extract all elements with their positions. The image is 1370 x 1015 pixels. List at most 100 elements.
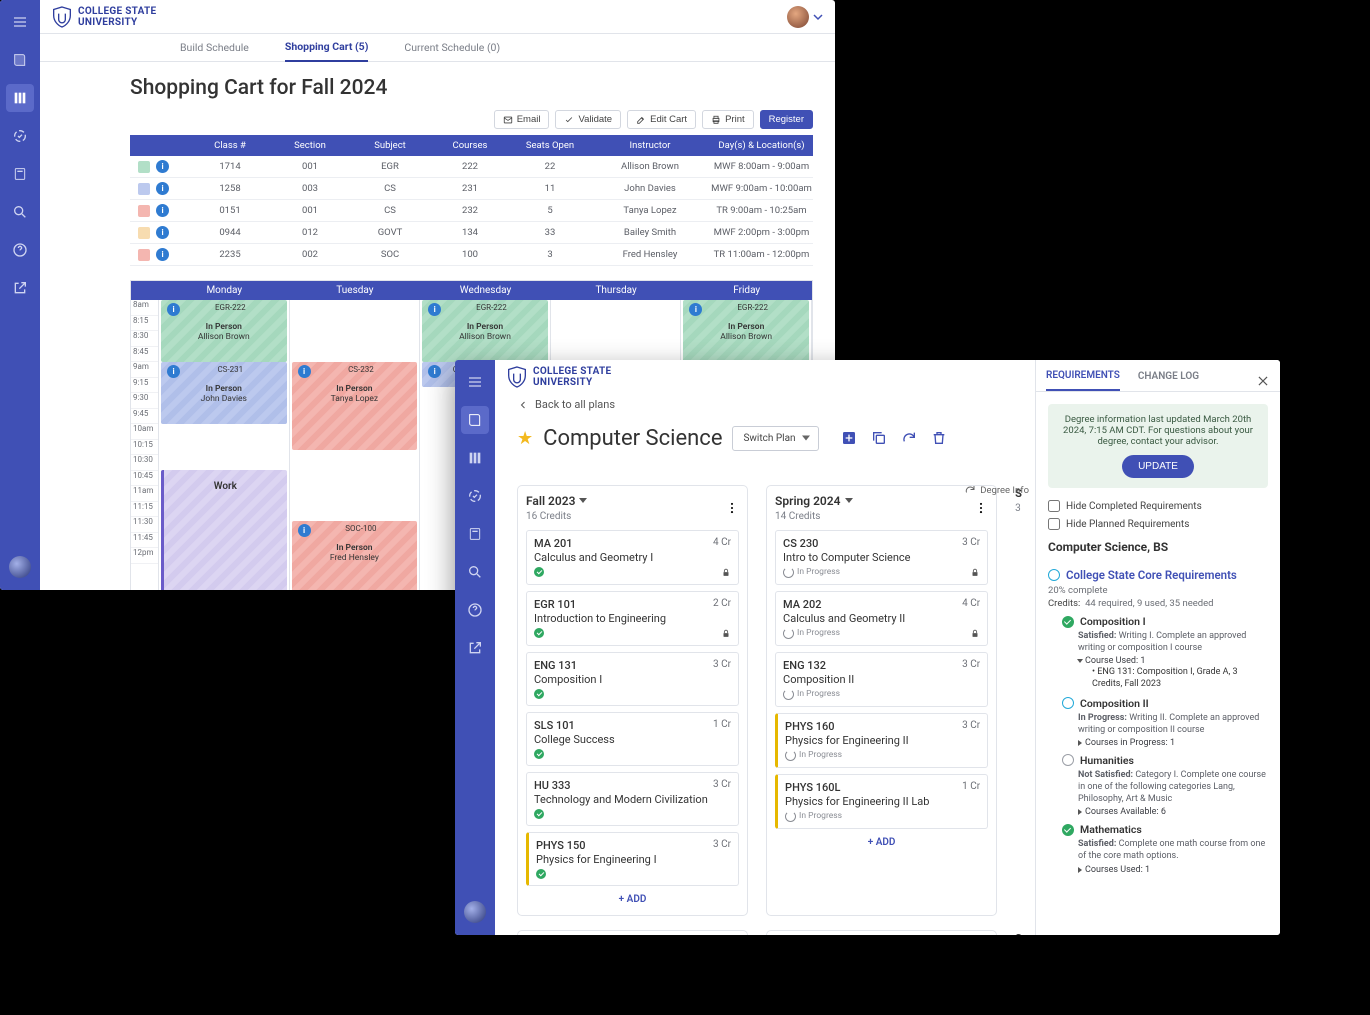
term-credits: 14 Credits <box>775 511 852 522</box>
help-icon[interactable] <box>461 596 489 624</box>
course-card[interactable]: PHYS 1503 Cr Physics for Engineering I <box>526 832 739 886</box>
core-credits: Credits: 44 required, 9 used, 35 needed <box>1048 598 1268 609</box>
copy-icon[interactable] <box>871 430 887 446</box>
drawer-tab-changelog[interactable]: CHANGE LOG <box>1138 371 1199 390</box>
cart-row[interactable]: i 1258003CS23111John DaviesMWF 9:00am - … <box>130 178 813 200</box>
search-icon[interactable] <box>461 558 489 586</box>
course-card[interactable]: ENG 1313 Cr Composition I <box>526 652 739 706</box>
block-work[interactable]: Work <box>161 470 287 590</box>
term-name[interactable]: Spring 2024 <box>775 494 852 508</box>
course-card[interactable]: PHYS 160L1 Cr Physics for Engineering II… <box>775 774 988 829</box>
edit-cart-button[interactable]: Edit Cart <box>627 110 696 129</box>
status-progress-icon: In Progress <box>783 567 840 578</box>
sidebar <box>455 360 495 935</box>
email-button[interactable]: Email <box>494 110 550 129</box>
status-progress-icon: In Progress <box>785 750 842 761</box>
book-icon[interactable] <box>461 406 489 434</box>
search-icon[interactable] <box>6 198 34 226</box>
notebook-icon[interactable] <box>6 160 34 188</box>
drawer-tab-requirements[interactable]: REQUIREMENTS <box>1046 370 1120 391</box>
tab-cart[interactable]: Shopping Cart (5) <box>285 34 369 62</box>
course-card[interactable]: SLS 1011 Cr College Success <box>526 712 739 766</box>
course-card[interactable]: ENG 1323 Cr Composition II In Progress <box>775 652 988 707</box>
course-card[interactable]: HU 3333 Cr Technology and Modern Civiliz… <box>526 772 739 826</box>
cart-table: Class #Section SubjectCourses Seats Open… <box>130 135 813 266</box>
cart-row[interactable]: i 2235002SOC1003Fred HensleyTR 11:00am -… <box>130 244 813 266</box>
add-course-button[interactable]: + ADD <box>526 894 739 905</box>
cart-row[interactable]: i 0151001CS2325Tanya LopezTR 9:00am - 10… <box>130 200 813 222</box>
validate-button[interactable]: Validate <box>555 110 621 129</box>
block-egr[interactable]: iEGR-222In PersonAllison Brown <box>161 300 287 362</box>
print-button[interactable]: Print <box>702 110 754 129</box>
add-course-button[interactable]: + ADD <box>775 837 988 848</box>
external-icon[interactable] <box>6 274 34 302</box>
close-icon[interactable] <box>1256 374 1270 388</box>
trash-icon[interactable] <box>931 430 947 446</box>
menu-icon[interactable] <box>6 8 34 36</box>
menu-icon[interactable] <box>461 368 489 396</box>
degree-info-notice: Degree information last updated March 20… <box>1048 404 1268 488</box>
hide-planned-checkbox[interactable]: Hide Planned Requirements <box>1048 518 1268 530</box>
avatar[interactable] <box>787 6 809 28</box>
req-mathematics[interactable]: Mathematics <box>1080 823 1142 836</box>
columns-icon[interactable] <box>461 444 489 472</box>
info-icon[interactable]: i <box>156 204 169 217</box>
block-egr[interactable]: iEGR-222In PersonAllison Brown <box>683 300 809 362</box>
external-icon[interactable] <box>461 634 489 662</box>
term-fall-2024: Fall 2024 15 Credits 1 ALERT CS 2314 Cr <box>517 930 748 936</box>
term-name[interactable]: Fall 2023 <box>526 494 587 508</box>
term-menu-icon[interactable] <box>974 501 988 515</box>
course-used-link[interactable]: Course Used: 1 <box>1078 656 1268 666</box>
book-icon[interactable] <box>6 46 34 74</box>
register-button[interactable]: Register <box>760 110 813 129</box>
status-ok-icon <box>534 809 544 819</box>
course-card[interactable]: PHYS 1603 Cr Physics for Engineering II … <box>775 713 988 768</box>
cart-row[interactable]: i 1714001EGR22222Allison BrownMWF 8:00am… <box>130 156 813 178</box>
tabs: Build Schedule Shopping Cart (5) Current… <box>40 34 835 62</box>
req-comp2[interactable]: Composition II <box>1080 697 1149 710</box>
refresh-icon[interactable] <box>901 430 917 446</box>
tab-current[interactable]: Current Schedule (0) <box>404 34 500 62</box>
status-progress-icon: In Progress <box>783 628 840 639</box>
courses-used-link[interactable]: Courses Used: 1 <box>1078 865 1268 875</box>
block-egr[interactable]: iEGR-222In PersonAllison Brown <box>422 300 548 362</box>
block-cs232[interactable]: iCS-232In PersonTanya Lopez <box>292 362 418 450</box>
info-icon[interactable]: i <box>156 160 169 173</box>
course-card[interactable]: CS 2303 Cr Intro to Computer Science In … <box>775 530 988 585</box>
tab-build[interactable]: Build Schedule <box>180 34 249 62</box>
back-link[interactable]: Back to all plans <box>517 398 615 411</box>
settings-icon[interactable] <box>464 901 486 923</box>
progress-icon[interactable] <box>461 482 489 510</box>
term-menu-icon[interactable] <box>725 501 739 515</box>
info-icon[interactable]: i <box>156 248 169 261</box>
block-soc[interactable]: iSOC-100In PersonFred Hensley <box>292 521 418 590</box>
progress-icon[interactable] <box>6 122 34 150</box>
program-title: Computer Science, BS <box>1036 536 1280 556</box>
settings-icon[interactable] <box>9 556 31 578</box>
switch-plan-dropdown[interactable]: Switch Plan <box>732 426 818 451</box>
courses-available-link[interactable]: Courses Available: 6 <box>1078 807 1268 817</box>
status-progress-icon: In Progress <box>783 689 840 700</box>
brand-name-1: COLLEGE STATE <box>78 6 156 17</box>
chevron-down-icon[interactable] <box>813 12 823 22</box>
info-icon[interactable]: i <box>156 226 169 239</box>
core-requirements-header[interactable]: College State Core Requirements <box>1048 568 1268 582</box>
course-card[interactable]: MA 2024 Cr Calculus and Geometry II In P… <box>775 591 988 646</box>
favorite-star-icon[interactable]: ★ <box>517 428 533 449</box>
req-humanities[interactable]: Humanities <box>1080 754 1134 767</box>
update-button[interactable]: UPDATE <box>1122 455 1194 478</box>
info-icon[interactable]: i <box>156 182 169 195</box>
req-comp1[interactable]: Composition I <box>1080 615 1146 628</box>
course-card[interactable]: EGR 1012 Cr Introduction to Engineering <box>526 591 739 646</box>
degree-info-link[interactable]: Degree Info <box>964 484 1029 496</box>
add-icon[interactable] <box>841 430 857 446</box>
help-icon[interactable] <box>6 236 34 264</box>
columns-icon[interactable] <box>6 84 34 112</box>
course-card[interactable]: MA 2014 Cr Calculus and Geometry I <box>526 530 739 585</box>
block-cs231[interactable]: iCS-231In PersonJohn Davies <box>161 362 287 424</box>
cart-row[interactable]: i 0944012GOVT13433Bailey SmithMWF 2:00pm… <box>130 222 813 244</box>
notebook-icon[interactable] <box>461 520 489 548</box>
hide-completed-checkbox[interactable]: Hide Completed Requirements <box>1048 500 1268 512</box>
courses-in-progress-link[interactable]: Courses in Progress: 1 <box>1078 738 1268 748</box>
term-spring-2025: Spring 2025 14 Credits CS 2333 Cr <box>766 930 997 936</box>
